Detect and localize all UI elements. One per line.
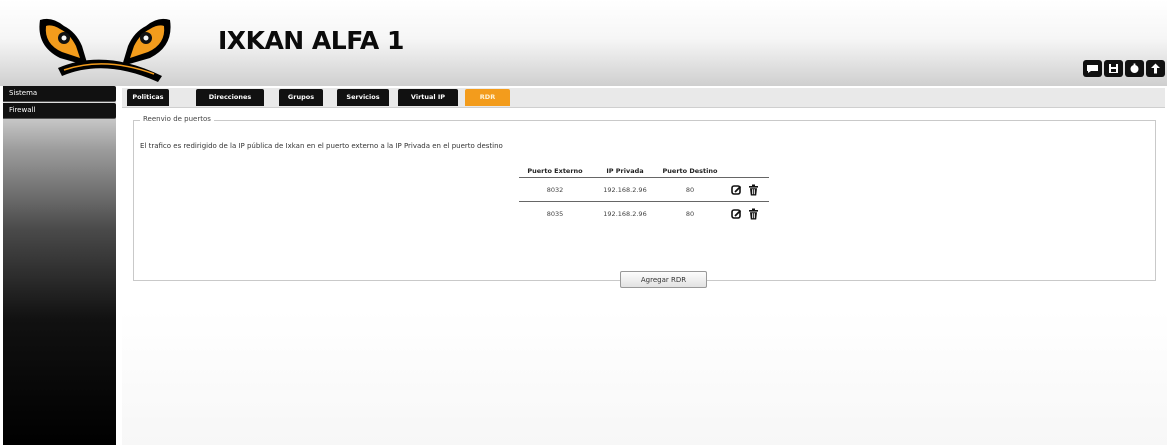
sidebar: Sistema Firewall bbox=[3, 86, 116, 445]
save-icon[interactable] bbox=[1104, 60, 1123, 77]
cell-actions bbox=[721, 201, 769, 225]
sidebar-item-firewall[interactable]: Firewall bbox=[3, 103, 116, 119]
add-rdr-button[interactable]: Agregar RDR bbox=[620, 271, 707, 288]
table-row: 8035 192.168.2.96 80 bbox=[519, 201, 769, 225]
table-header-row: Puerto Externo IP Privada Puerto Destino bbox=[519, 165, 769, 178]
tab-bar: Politicas Direcciones Grupos Servicios V… bbox=[122, 88, 1165, 108]
cell-ip-privada: 192.168.2.96 bbox=[591, 201, 659, 225]
content-area: Reenvio de puertos El trafico es redirig… bbox=[122, 108, 1167, 445]
ixkan-logo bbox=[39, 18, 171, 82]
column-header-actions bbox=[721, 165, 769, 178]
header: IXKAN ALFA 1 bbox=[0, 0, 1167, 86]
tab-direcciones[interactable]: Direcciones bbox=[196, 89, 264, 106]
upload-icon[interactable] bbox=[1146, 60, 1165, 77]
tab-politicas[interactable]: Politicas bbox=[127, 89, 169, 106]
cell-puerto-externo: 8035 bbox=[519, 201, 591, 225]
port-forwarding-fieldset: Reenvio de puertos El trafico es redirig… bbox=[133, 115, 1156, 288]
tab-grupos[interactable]: Grupos bbox=[279, 89, 323, 106]
main-panel: Politicas Direcciones Grupos Servicios V… bbox=[122, 86, 1167, 445]
cell-puerto-externo: 8032 bbox=[519, 177, 591, 202]
fieldset-legend: Reenvio de puertos bbox=[140, 115, 214, 123]
edit-icon[interactable] bbox=[731, 208, 742, 220]
cell-puerto-destino: 80 bbox=[659, 177, 721, 202]
toolbar bbox=[1083, 60, 1165, 77]
column-header-ip-privada: IP Privada bbox=[606, 167, 644, 175]
description-text: El trafico es redirigido de la IP públic… bbox=[140, 142, 503, 150]
rdr-table: Puerto Externo IP Privada Puerto Destino… bbox=[519, 165, 769, 225]
trash-icon[interactable] bbox=[748, 184, 759, 196]
app-title: IXKAN ALFA 1 bbox=[218, 26, 404, 55]
tab-rdr[interactable]: RDR bbox=[465, 89, 510, 106]
edit-icon[interactable] bbox=[731, 184, 742, 196]
cell-puerto-destino: 80 bbox=[659, 201, 721, 225]
sidebar-item-sistema[interactable]: Sistema bbox=[3, 86, 116, 102]
column-header-puerto-externo: Puerto Externo bbox=[527, 167, 583, 175]
table-row: 8032 192.168.2.96 80 bbox=[519, 177, 769, 202]
tab-servicios[interactable]: Servicios bbox=[337, 89, 389, 106]
cell-actions bbox=[721, 177, 769, 202]
power-icon[interactable] bbox=[1125, 60, 1144, 77]
tab-virtual-ip[interactable]: Virtual IP bbox=[398, 89, 458, 106]
cell-ip-privada: 192.168.2.96 bbox=[591, 177, 659, 202]
column-header-puerto-destino: Puerto Destino bbox=[662, 167, 718, 175]
trash-icon[interactable] bbox=[748, 208, 759, 220]
chat-icon[interactable] bbox=[1083, 60, 1102, 77]
